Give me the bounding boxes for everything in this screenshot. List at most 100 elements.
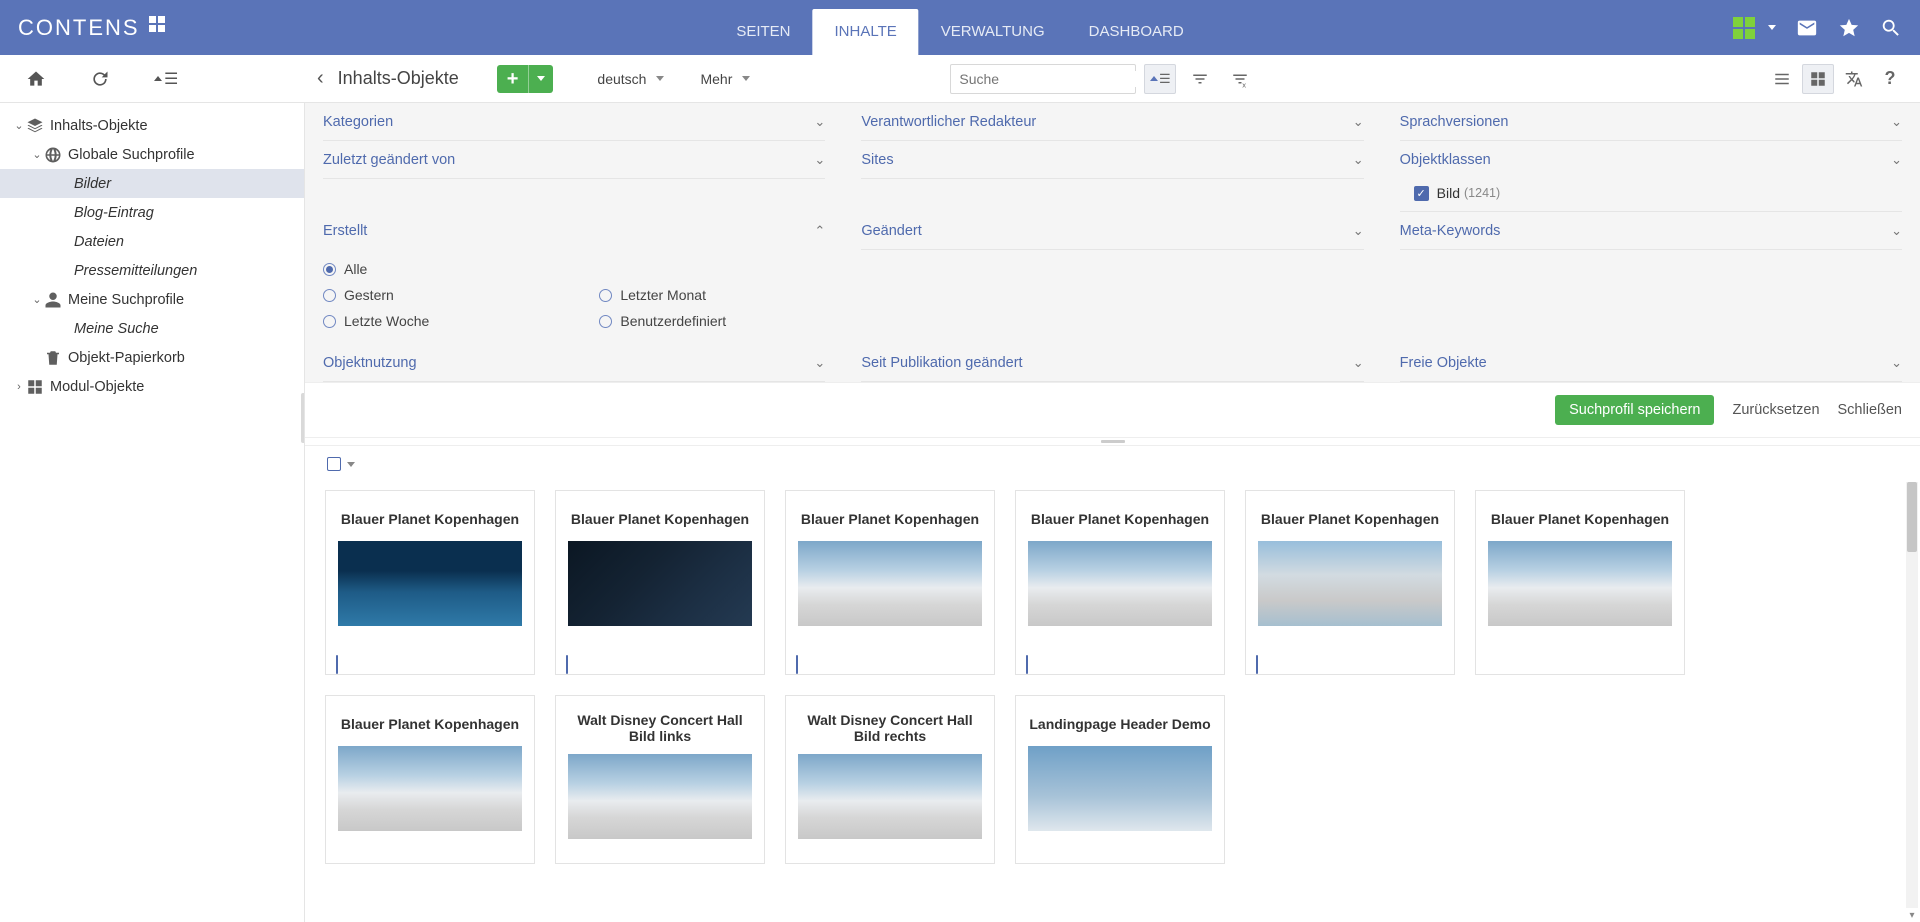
home-icon[interactable]: [26, 69, 46, 89]
filter-icon[interactable]: [1184, 64, 1216, 94]
card-checkbox[interactable]: [1256, 655, 1258, 674]
search-icon[interactable]: [1880, 17, 1902, 39]
tree-item-8[interactable]: Objekt-Papierkorb: [0, 343, 304, 372]
radio-icon: [323, 315, 336, 328]
results-area: Blauer Planet KopenhagenBlauer Planet Ko…: [305, 482, 1920, 922]
created-option[interactable]: Letzte Woche: [323, 308, 429, 334]
select-all-checkbox[interactable]: [327, 457, 341, 471]
chevron-down-icon: ⌄: [1353, 114, 1364, 130]
card-title: Blauer Planet Kopenhagen: [562, 497, 758, 541]
filter-list-icon[interactable]: ☰: [154, 69, 178, 89]
help-icon[interactable]: ?: [1874, 64, 1906, 94]
refresh-icon[interactable]: [90, 69, 110, 89]
scrollbar[interactable]: ▾: [1906, 482, 1918, 922]
card-checkbox[interactable]: [566, 655, 568, 674]
result-card[interactable]: Blauer Planet Kopenhagen: [1245, 490, 1455, 675]
result-card[interactable]: Blauer Planet Kopenhagen: [1475, 490, 1685, 675]
add-button[interactable]: +: [497, 65, 554, 93]
star-icon[interactable]: [1838, 17, 1860, 39]
radio-icon: [599, 289, 612, 302]
filter-sprachversionen[interactable]: Sprachversionen⌄: [1400, 103, 1902, 141]
created-option[interactable]: Benutzerdefiniert: [599, 308, 726, 334]
breadcrumb-title: Inhalts-Objekte: [338, 68, 459, 89]
filter-panel: Kategorien⌄ Verantwortlicher Redakteur⌄ Sp…: [305, 103, 1920, 382]
filter-erstellt[interactable]: Erstellt⌃: [323, 212, 825, 250]
filter-objektklassen[interactable]: Objektklassen⌄: [1400, 141, 1902, 179]
card-thumbnail: [1028, 541, 1212, 626]
tree-item-5[interactable]: Pressemitteilungen: [0, 256, 304, 285]
tree-item-7[interactable]: Meine Suche: [0, 314, 304, 343]
filter-zuletzt-geandert[interactable]: Zuletzt geändert von⌄: [323, 141, 825, 179]
card-thumbnail: [1488, 541, 1672, 626]
sidebar-toolbar: ☰: [0, 55, 305, 103]
radio-icon: [323, 289, 336, 302]
filter-sites[interactable]: Sites⌄: [861, 141, 1363, 179]
apps-dropdown-icon[interactable]: [1768, 25, 1776, 30]
translate-icon[interactable]: [1838, 64, 1870, 94]
result-card[interactable]: Landingpage Header Demo: [1015, 695, 1225, 864]
filter-freie-objekte[interactable]: Freie Objekte⌄: [1400, 344, 1902, 382]
tree-item-2[interactable]: Bilder: [0, 169, 304, 198]
app-logo: CONTENS: [18, 15, 166, 41]
chevron-down-icon: ⌄: [1353, 152, 1364, 168]
mail-icon[interactable]: [1796, 17, 1818, 39]
filter-seit-publikation-geändert[interactable]: Seit Publikation geändert⌄: [861, 344, 1363, 382]
card-thumbnail: [338, 746, 522, 831]
chevron-down-icon: ⌄: [814, 355, 825, 371]
back-icon[interactable]: ‹: [311, 67, 330, 90]
created-option[interactable]: Alle: [323, 256, 429, 282]
tree-item-6[interactable]: ⌄Meine Suchprofile: [0, 285, 304, 314]
select-dropdown-icon[interactable]: [347, 462, 355, 467]
card-thumbnail: [798, 754, 982, 839]
chevron-down-icon: ⌄: [1353, 355, 1364, 371]
toggle-filters-icon[interactable]: ☰: [1144, 64, 1176, 94]
filter-clear-icon[interactable]: x: [1224, 64, 1256, 94]
result-card[interactable]: Blauer Planet Kopenhagen: [325, 490, 535, 675]
result-card[interactable]: Blauer Planet Kopenhagen: [325, 695, 535, 864]
search-box[interactable]: [950, 64, 1136, 94]
created-option[interactable]: Gestern: [323, 282, 429, 308]
reset-button[interactable]: Zurücksetzen: [1732, 402, 1819, 418]
result-card[interactable]: Walt Disney Concert Hall Bild rechts: [785, 695, 995, 864]
splitter-handle[interactable]: [301, 393, 305, 443]
filter-geaendert[interactable]: Geändert⌄: [861, 212, 1363, 250]
chevron-down-icon: ⌄: [1353, 223, 1364, 239]
list-view-icon[interactable]: [1766, 64, 1798, 94]
card-checkbox[interactable]: [336, 655, 338, 674]
filter-objektnutzung[interactable]: Objektnutzung⌄: [323, 344, 825, 382]
tree-item-0[interactable]: ⌄Inhalts-Objekte: [0, 111, 304, 140]
result-card[interactable]: Blauer Planet Kopenhagen: [785, 490, 995, 675]
nav-seiten[interactable]: SEITEN: [714, 9, 812, 55]
nav-dashboard[interactable]: DASHBOARD: [1067, 9, 1206, 55]
filter-meta-keywords[interactable]: Meta-Keywords⌄: [1400, 212, 1902, 250]
search-input[interactable]: [951, 71, 1148, 87]
filter-kategorien[interactable]: Kategorien⌄: [323, 103, 825, 141]
tree: ⌄Inhalts-Objekte⌄Globale SuchprofileBild…: [0, 103, 304, 401]
card-thumbnail: [1258, 541, 1442, 626]
body: ⌄Inhalts-Objekte⌄Globale SuchprofileBild…: [0, 103, 1920, 922]
resize-grip[interactable]: [305, 437, 1920, 446]
card-checkbox[interactable]: [796, 655, 798, 674]
select-all-bar: [305, 446, 1920, 482]
scroll-down-icon[interactable]: ▾: [1906, 908, 1918, 922]
nav-verwaltung[interactable]: VERWALTUNG: [919, 9, 1067, 55]
result-card[interactable]: Walt Disney Concert Hall Bild links: [555, 695, 765, 864]
card-checkbox[interactable]: [1026, 655, 1028, 674]
apps-icon[interactable]: [1732, 16, 1756, 40]
created-option[interactable]: Letzter Monat: [599, 282, 726, 308]
nav-inhalte[interactable]: INHALTE: [813, 9, 919, 55]
tree-item-3[interactable]: Blog-Eintrag: [0, 198, 304, 227]
close-button[interactable]: Schließen: [1838, 402, 1902, 418]
tree-item-9[interactable]: ›Modul-Objekte: [0, 372, 304, 401]
tree-item-4[interactable]: Dateien: [0, 227, 304, 256]
chevron-down-icon: ⌄: [814, 114, 825, 130]
result-card[interactable]: Blauer Planet Kopenhagen: [555, 490, 765, 675]
filter-verantwortlicher-redakteur[interactable]: Verantwortlicher Redakteur⌄: [861, 103, 1363, 141]
objectclass-option[interactable]: ✓ Bild (1241): [1400, 179, 1902, 212]
grid-view-icon[interactable]: [1802, 64, 1834, 94]
result-card[interactable]: Blauer Planet Kopenhagen: [1015, 490, 1225, 675]
save-searchprofile-button[interactable]: Suchprofil speichern: [1555, 395, 1714, 425]
language-select[interactable]: deutsch: [597, 71, 664, 87]
more-select[interactable]: Mehr: [700, 71, 750, 87]
tree-item-1[interactable]: ⌄Globale Suchprofile: [0, 140, 304, 169]
